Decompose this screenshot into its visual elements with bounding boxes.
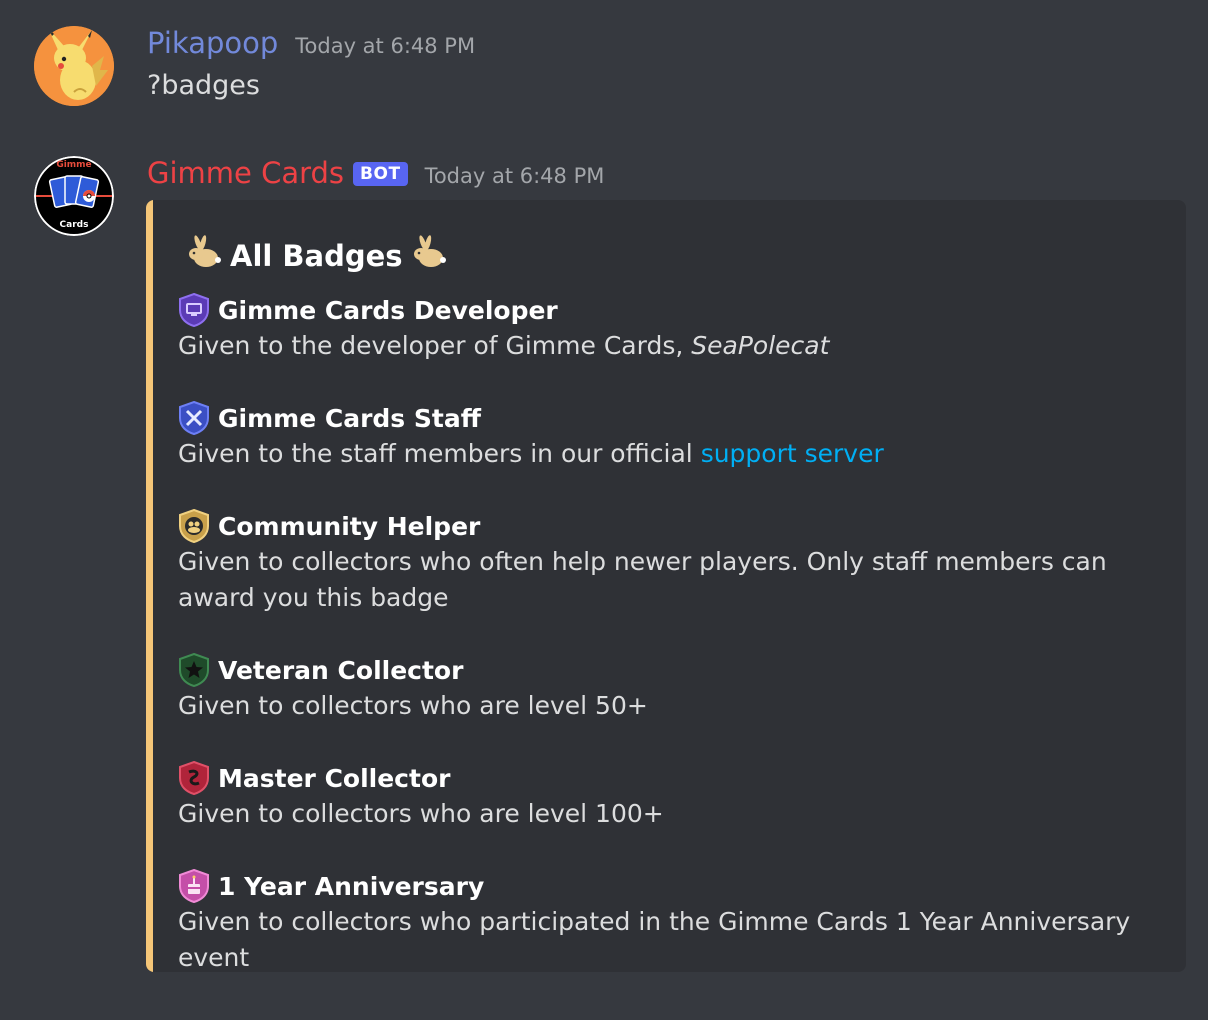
field-value-text: Given to the staff members in our offici…	[178, 439, 701, 468]
field-value: Given to collectors who are level 50+	[178, 691, 648, 720]
avatar-text-top: Gimme	[56, 160, 92, 170]
timestamp: Today at 6:48 PM	[295, 34, 476, 58]
bot-tag: BOT	[353, 162, 408, 186]
anniversary-badge-icon	[179, 869, 209, 903]
embed-title-text: All Badges	[230, 238, 403, 273]
embed-accent-bar	[146, 200, 153, 972]
field-name-text: Gimme Cards Developer	[218, 295, 558, 325]
username[interactable]: Gimme Cards	[147, 156, 344, 190]
field-name: 1 Year Anniversary	[178, 868, 1168, 904]
veteran-badge-icon	[179, 653, 209, 687]
badges-embed: All Badges Gimme Cards Developer Given t…	[146, 200, 1186, 972]
username[interactable]: Pikapoop	[147, 26, 278, 60]
avatar-text-bottom: Cards	[59, 220, 89, 230]
user-avatar[interactable]	[34, 26, 114, 106]
message-header: Gimme Cards BOT Today at 6:48 PM	[147, 156, 604, 190]
field-name-text: Community Helper	[218, 511, 481, 541]
field-name-text: Gimme Cards Staff	[218, 403, 481, 433]
staff-badge-icon	[179, 401, 209, 435]
helper-badge-icon	[179, 509, 209, 543]
developer-name: SeaPolecat	[691, 331, 830, 360]
rabbit-icon	[186, 234, 222, 277]
pikachu-avatar-icon	[34, 26, 114, 106]
badge-field-developer: Gimme Cards Developer Given to the devel…	[178, 292, 1168, 364]
field-value: Given to the developer of Gimme Cards, S…	[178, 328, 1168, 364]
message-pikapoop: Pikapoop Today at 6:48 PM ?badges	[0, 0, 1208, 130]
field-value: Given to the staff members in our offici…	[178, 436, 1168, 472]
badge-field-anniversary: 1 Year Anniversary Given to collectors w…	[178, 868, 1168, 972]
field-value: Given to collectors who participated in …	[178, 907, 1131, 972]
message-content: ?badges	[147, 70, 260, 101]
field-name: Veteran Collector	[178, 652, 1168, 688]
field-name: Master Collector	[178, 760, 1168, 796]
message-header: Pikapoop Today at 6:48 PM	[147, 26, 475, 60]
timestamp: Today at 6:48 PM	[424, 164, 605, 188]
badge-field-staff: Gimme Cards Staff Given to the staff mem…	[178, 400, 1168, 472]
field-value-text: Given to the developer of Gimme Cards,	[178, 331, 692, 360]
field-name: Gimme Cards Developer	[178, 292, 1168, 328]
field-value: Given to collectors who are level 100+	[178, 799, 664, 828]
bot-avatar[interactable]: Gimme Cards	[34, 156, 114, 236]
badge-field-helper: Community Helper Given to collectors who…	[178, 508, 1168, 616]
field-value: Given to collectors who often help newer…	[178, 547, 1107, 612]
field-name-text: 1 Year Anniversary	[218, 871, 485, 901]
support-server-link[interactable]: support server	[701, 439, 884, 468]
field-name: Gimme Cards Staff	[178, 400, 1168, 436]
field-name: Community Helper	[178, 508, 1168, 544]
badge-field-veteran: Veteran Collector Given to collectors wh…	[178, 652, 1168, 724]
badge-field-master: Master Collector Given to collectors who…	[178, 760, 1168, 832]
developer-badge-icon	[179, 293, 209, 327]
field-name-text: Master Collector	[218, 763, 451, 793]
rabbit-icon	[411, 234, 447, 277]
field-name-text: Veteran Collector	[218, 655, 464, 685]
embed-title: All Badges	[178, 234, 455, 277]
master-badge-icon	[179, 761, 209, 795]
